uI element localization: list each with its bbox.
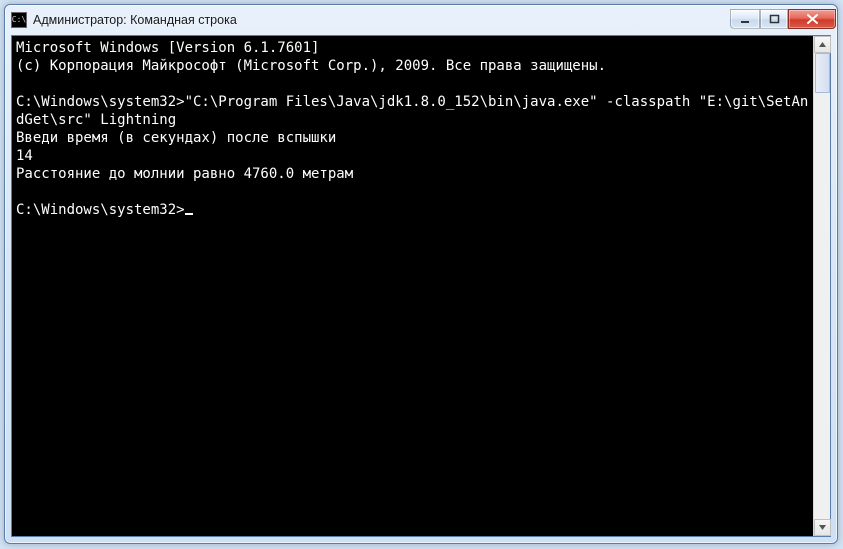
window: C:\ Администратор: Командная строка Micr… xyxy=(4,4,838,544)
scroll-down-button[interactable] xyxy=(814,519,831,536)
cursor xyxy=(185,213,193,215)
window-controls xyxy=(730,9,836,29)
vertical-scrollbar[interactable] xyxy=(813,36,830,536)
maximize-button[interactable] xyxy=(760,9,788,29)
minimize-button[interactable] xyxy=(730,9,760,29)
cmd-icon: C:\ xyxy=(11,12,27,28)
console-output[interactable]: Microsoft Windows [Version 6.1.7601] (c)… xyxy=(12,36,813,536)
client-area: Microsoft Windows [Version 6.1.7601] (c)… xyxy=(11,35,831,537)
scrollbar-thumb[interactable] xyxy=(815,53,830,93)
window-title: Администратор: Командная строка xyxy=(33,13,730,27)
close-button[interactable] xyxy=(788,9,836,29)
scroll-up-button[interactable] xyxy=(814,36,831,53)
titlebar[interactable]: C:\ Администратор: Командная строка xyxy=(5,5,837,35)
